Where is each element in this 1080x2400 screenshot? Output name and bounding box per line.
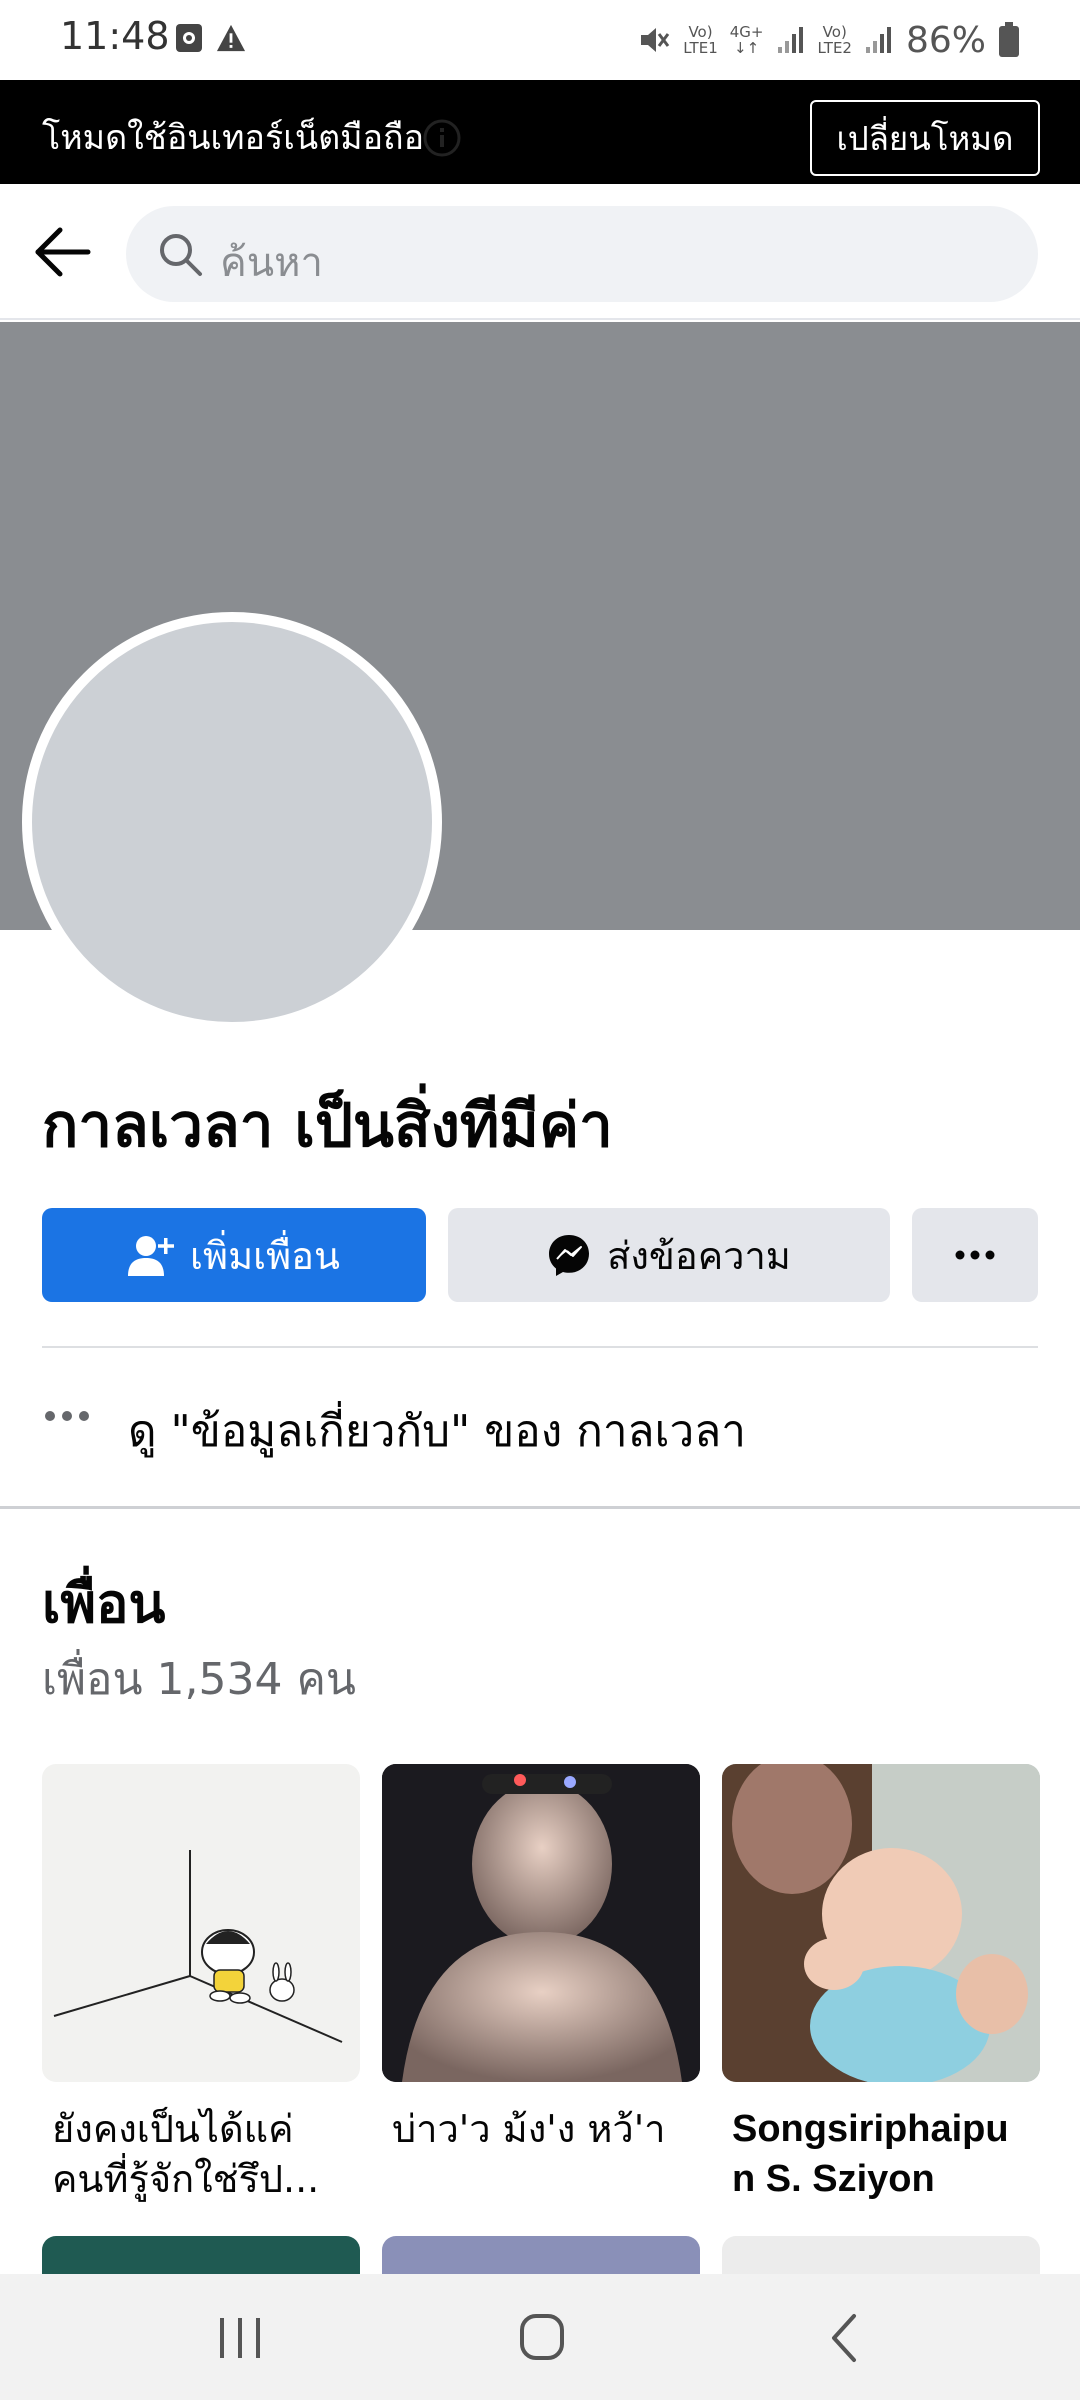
system-navigation-bar <box>0 2274 1080 2400</box>
section-separator <box>0 1506 1080 1509</box>
friend-name: Songsiriphaipu n S. Sziyon <box>732 2108 1009 2200</box>
friend-card[interactable]: บ่าว'ว ม้ง'ง หว้'า <box>382 1764 700 2154</box>
messenger-icon <box>549 1235 590 1276</box>
add-friend-button[interactable]: เพิ่มเพื่อน <box>42 1208 426 1302</box>
friend-photo <box>722 1764 1040 2082</box>
status-time: 11:48 <box>60 14 170 58</box>
screen-recorder-icon <box>176 24 202 52</box>
search-placeholder: ค้นหา <box>220 240 323 286</box>
profile-picture[interactable] <box>22 612 442 1032</box>
status-bar: 11:48 Vo) LTE1 4G+ ↓↑ Vo) LTE2 86% <box>0 0 1080 80</box>
friend-photo-image <box>382 1764 700 2082</box>
friend-photo[interactable] <box>42 2236 360 2276</box>
friend-photo <box>42 1764 360 2082</box>
4g-label: 4G+ ↓↑ <box>729 23 764 57</box>
battery-percent: 86% <box>905 19 986 61</box>
friend-card[interactable]: ยังคงเป็นได้แค่ คนที่รู้จักใช่รึป... <box>42 1764 360 2204</box>
friend-photo-image <box>722 1764 1040 2082</box>
status-indicators: Vo) LTE1 4G+ ↓↑ Vo) LTE2 86% <box>637 14 1020 66</box>
signal-icon <box>865 27 891 53</box>
home-icon[interactable] <box>512 2310 572 2366</box>
about-link[interactable]: ดู "ข้อมูลเกี่ยวกับ" ของ กาลเวลา <box>0 1350 1080 1510</box>
friends-section-title[interactable]: เพื่อน <box>42 1560 165 1646</box>
search-input[interactable]: ค้นหา <box>126 206 1038 302</box>
friend-card[interactable]: Songsiriphaipu n S. Sziyon <box>722 1764 1040 2204</box>
more-dots-icon <box>45 1411 89 1421</box>
data-mode-text: โหมดใช้อินเทอร์เน็ตมือถือ <box>42 118 425 158</box>
change-mode-button[interactable]: เปลี่ยนโหมด <box>810 100 1040 176</box>
lte2-label: Vo) LTE2 <box>817 23 852 57</box>
message-button[interactable]: ส่งข้อความ <box>448 1208 890 1302</box>
recent-apps-icon[interactable] <box>210 2310 270 2366</box>
more-options-button[interactable] <box>912 1208 1038 1302</box>
divider <box>42 1346 1038 1348</box>
message-label: ส่งข้อความ <box>607 1233 791 1278</box>
friend-photo[interactable] <box>722 2236 1040 2276</box>
friends-count: เพื่อน 1,534 คน <box>42 1654 356 1705</box>
about-text: ดู "ข้อมูลเกี่ยวกับ" ของ กาลเวลา <box>128 1406 746 1457</box>
more-dots-icon <box>955 1250 995 1260</box>
friend-photo-illustration <box>53 1850 343 2043</box>
back-icon[interactable] <box>816 2310 876 2366</box>
battery-icon <box>999 22 1019 57</box>
friend-photo[interactable] <box>382 2236 700 2276</box>
mute-icon <box>641 28 670 52</box>
info-icon[interactable] <box>422 118 462 158</box>
lte1-label: Vo) LTE1 <box>683 23 718 57</box>
friend-name: ยังคงเป็นได้แค่ คนที่รู้จักใช่รึป... <box>52 2107 320 2201</box>
friend-photo <box>382 1764 700 2082</box>
profile-name: กาลเวลา เป็นสิ่งทีมีค่า <box>42 1091 613 1161</box>
back-arrow-icon[interactable] <box>30 220 94 284</box>
warning-icon <box>216 24 246 52</box>
add-friend-label: เพิ่มเพื่อน <box>190 1233 340 1278</box>
friend-name: บ่าว'ว ม้ง'ง หว้'า <box>392 2107 666 2151</box>
add-friend-icon <box>128 1236 175 1276</box>
signal-icon <box>777 27 803 53</box>
search-header: ค้นหา <box>0 184 1080 320</box>
search-icon <box>160 234 202 276</box>
